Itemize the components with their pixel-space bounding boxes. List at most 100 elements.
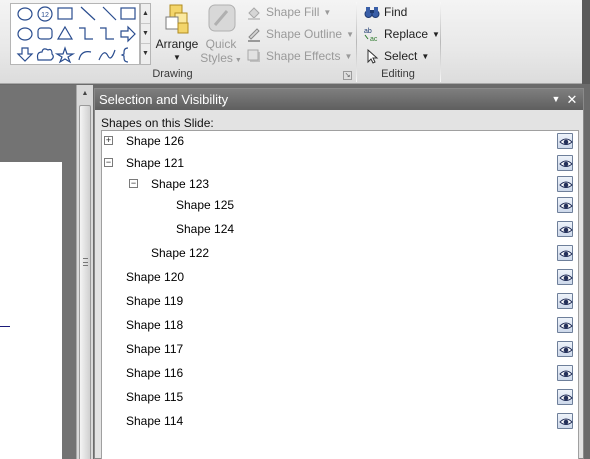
shape-name[interactable]: Shape 122 — [151, 246, 209, 260]
rounded-rectangle-shape-icon[interactable] — [37, 27, 53, 40]
gallery-up-icon[interactable]: ▲ — [141, 4, 150, 24]
visibility-eye-icon[interactable] — [557, 389, 573, 405]
curve-shape-icon[interactable] — [98, 49, 116, 61]
elbow-connector-shape-icon[interactable] — [79, 27, 93, 40]
shape-outline-button[interactable]: Shape Outline ▼ — [246, 24, 354, 44]
visibility-eye-icon[interactable] — [557, 245, 573, 261]
gallery-more-icon[interactable]: ▼ — [141, 44, 150, 64]
list-item[interactable]: Shape 120 — [102, 267, 578, 289]
list-item[interactable]: Shape 117 — [102, 339, 578, 361]
block-arrow-shape-icon[interactable] — [120, 25, 136, 43]
ribbon: 12 ▲ ▼ ▼ Arrange ▼ Quick Styles ▼ Shape … — [0, 0, 590, 84]
list-item[interactable]: Shape 124 — [102, 219, 578, 241]
shape-name[interactable]: Shape 118 — [126, 318, 183, 332]
visibility-eye-icon[interactable] — [557, 317, 573, 333]
shape-name[interactable]: Shape 124 — [176, 222, 234, 236]
collapse-icon[interactable]: − — [104, 158, 113, 167]
collapse-icon[interactable]: − — [129, 179, 138, 188]
triangle-shape-icon[interactable] — [56, 25, 74, 40]
scroll-up-icon[interactable]: ▲ — [78, 88, 92, 100]
list-item[interactable]: Shape 115 — [102, 387, 578, 409]
shape-outline-label: Shape Outline — [266, 27, 343, 41]
gallery-shape-12-label: 12 — [41, 12, 49, 19]
visibility-eye-icon[interactable] — [557, 269, 573, 285]
gallery-scroll-control[interactable]: ▲ ▼ ▼ — [140, 3, 151, 65]
line-shape-icon[interactable] — [80, 6, 96, 21]
list-item[interactable]: Shape 116 — [102, 363, 578, 385]
text-box-shape-icon[interactable] — [57, 7, 73, 20]
quick-styles-icon — [208, 4, 236, 32]
rectangle-shape-icon[interactable] — [120, 7, 136, 20]
down-arrow-shape-icon[interactable] — [16, 47, 34, 62]
shape-name[interactable]: Shape 115 — [126, 390, 183, 404]
editing-group-label: Editing — [381, 68, 415, 80]
svg-text:ab: ab — [364, 28, 372, 35]
slide-line-shape[interactable] — [0, 326, 10, 327]
quick-styles-button[interactable]: Quick Styles ▼ — [199, 3, 243, 65]
find-label: Find — [384, 5, 408, 19]
slide-page[interactable] — [0, 162, 62, 459]
replace-dropdown-icon: ▼ — [432, 29, 440, 39]
shape-outline-dropdown-icon: ▼ — [346, 29, 354, 39]
shape-name[interactable]: Shape 125 — [176, 198, 234, 212]
shape-name[interactable]: Shape 120 — [126, 270, 184, 284]
shapes-gallery[interactable]: 12 — [10, 3, 140, 65]
visibility-eye-icon[interactable] — [557, 155, 573, 171]
selection-pane: Selection and Visibility ▼ ✕ Shapes on t… — [94, 88, 584, 459]
select-label: Select — [384, 49, 418, 63]
visibility-eye-icon[interactable] — [557, 341, 573, 357]
star-shape-icon[interactable] — [54, 46, 76, 64]
pane-title-bar: Selection and Visibility ▼ ✕ — [95, 89, 583, 110]
dialog-launcher-icon[interactable]: ↘ — [343, 71, 352, 80]
shape-name[interactable]: Shape 114 — [126, 414, 183, 428]
gallery-down-icon[interactable]: ▼ — [141, 24, 150, 44]
visibility-eye-icon[interactable] — [557, 133, 573, 149]
visibility-eye-icon[interactable] — [557, 197, 573, 213]
visibility-eye-icon[interactable] — [557, 176, 573, 192]
dropdown-arrow-icon[interactable]: ▼ — [549, 89, 563, 110]
select-button[interactable]: Select ▼ — [364, 46, 429, 66]
visibility-eye-icon[interactable] — [557, 293, 573, 309]
visibility-eye-icon[interactable] — [557, 413, 573, 429]
list-item[interactable]: − Shape 123 — [102, 174, 578, 196]
cloud-shape-icon[interactable] — [36, 48, 54, 61]
shape-name[interactable]: Shape 119 — [126, 294, 183, 308]
svg-text:ac: ac — [370, 36, 378, 42]
replace-label: Replace — [384, 27, 429, 41]
select-dropdown-icon: ▼ — [421, 51, 430, 61]
vertical-scrollbar[interactable]: ▲ — [76, 85, 93, 459]
list-item[interactable]: Shape 118 — [102, 315, 578, 337]
shape-name[interactable]: Shape 123 — [151, 177, 209, 191]
shapes-gallery-icons: 12 — [16, 6, 136, 64]
close-icon[interactable]: ✕ — [565, 89, 579, 110]
list-item[interactable]: Shape 114 — [102, 411, 578, 433]
arrange-button[interactable]: Arrange ▼ — [153, 3, 201, 65]
shape-name[interactable]: Shape 117 — [126, 342, 183, 356]
shape-fill-button[interactable]: Shape Fill ▼ — [246, 2, 331, 22]
arrow-shape-icon[interactable] — [102, 6, 117, 21]
shape-name[interactable]: Shape 126 — [126, 134, 184, 148]
brace-shape-icon[interactable] — [120, 47, 129, 63]
shape-fill-dropdown-icon: ▼ — [323, 7, 332, 17]
shape-name[interactable]: Shape 121 — [126, 156, 184, 170]
visibility-eye-icon[interactable] — [557, 221, 573, 237]
list-item[interactable]: Shape 122 — [102, 243, 578, 265]
shape-name[interactable]: Shape 116 — [126, 366, 183, 380]
elbow-arrow-connector-shape-icon[interactable] — [100, 27, 114, 40]
arrange-icon — [165, 4, 189, 34]
oval-callout-shape-icon[interactable] — [17, 7, 33, 21]
list-item[interactable]: + Shape 126 — [102, 131, 578, 153]
find-button[interactable]: Find — [364, 2, 407, 22]
list-item[interactable]: Shape 125 — [102, 195, 578, 217]
shape-effects-icon — [246, 48, 262, 64]
expand-icon[interactable]: + — [104, 136, 113, 145]
list-item[interactable]: − Shape 121 — [102, 153, 578, 175]
shape-effects-button[interactable]: Shape Effects ▼ — [246, 46, 352, 66]
scroll-thumb[interactable] — [79, 105, 91, 459]
arc-shape-icon[interactable] — [78, 51, 92, 61]
list-item[interactable]: Shape 119 — [102, 291, 578, 313]
oval-shape-icon[interactable] — [17, 27, 33, 41]
visibility-eye-icon[interactable] — [557, 365, 573, 381]
replace-button[interactable]: ab ac Replace ▼ — [364, 24, 440, 44]
shapes-list[interactable]: + Shape 126 − Shape 121 − Shape 123 Shape 125 S… — [101, 130, 579, 459]
